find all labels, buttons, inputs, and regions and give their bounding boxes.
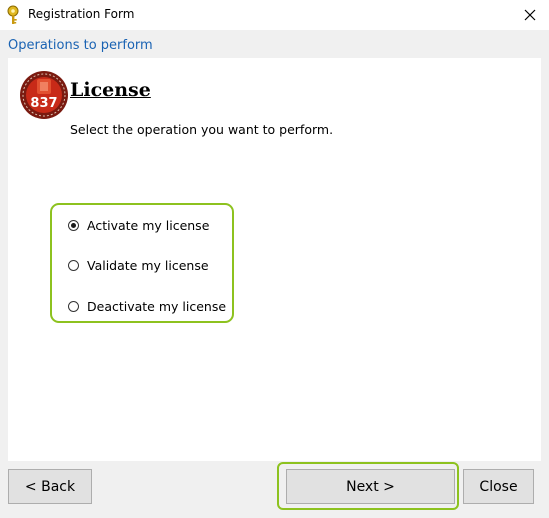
back-button[interactable]: < Back	[8, 469, 92, 504]
radio-activate[interactable]	[68, 220, 79, 231]
next-button[interactable]: Next >	[286, 469, 455, 504]
badge-number: 837	[30, 96, 57, 111]
page-title: License	[70, 79, 151, 101]
option-validate[interactable]: Validate my license	[68, 258, 209, 273]
radio-deactivate[interactable]	[68, 301, 79, 312]
close-window-button[interactable]	[517, 2, 543, 28]
option-activate-label: Activate my license	[87, 218, 210, 233]
content-panel: 837 License Select the operation you wan…	[8, 58, 541, 461]
close-icon	[524, 9, 536, 21]
step-title: Operations to perform	[8, 38, 153, 53]
operation-options-group: Activate my license Validate my license …	[50, 203, 234, 323]
close-button[interactable]: Close	[463, 469, 534, 504]
window-title: Registration Form	[28, 7, 135, 21]
option-activate[interactable]: Activate my license	[68, 218, 209, 233]
radio-validate[interactable]	[68, 260, 79, 271]
option-deactivate-label: Deactivate my license	[87, 299, 227, 314]
instruction-text: Select the operation you want to perform…	[70, 122, 334, 137]
step-header: Operations to perform	[0, 30, 549, 58]
option-deactivate[interactable]: Deactivate my license	[68, 299, 226, 314]
key-icon	[7, 5, 19, 24]
product-badge-icon: 837	[20, 71, 68, 119]
option-validate-label: Validate my license	[87, 258, 209, 273]
title-bar: Registration Form	[0, 0, 549, 30]
